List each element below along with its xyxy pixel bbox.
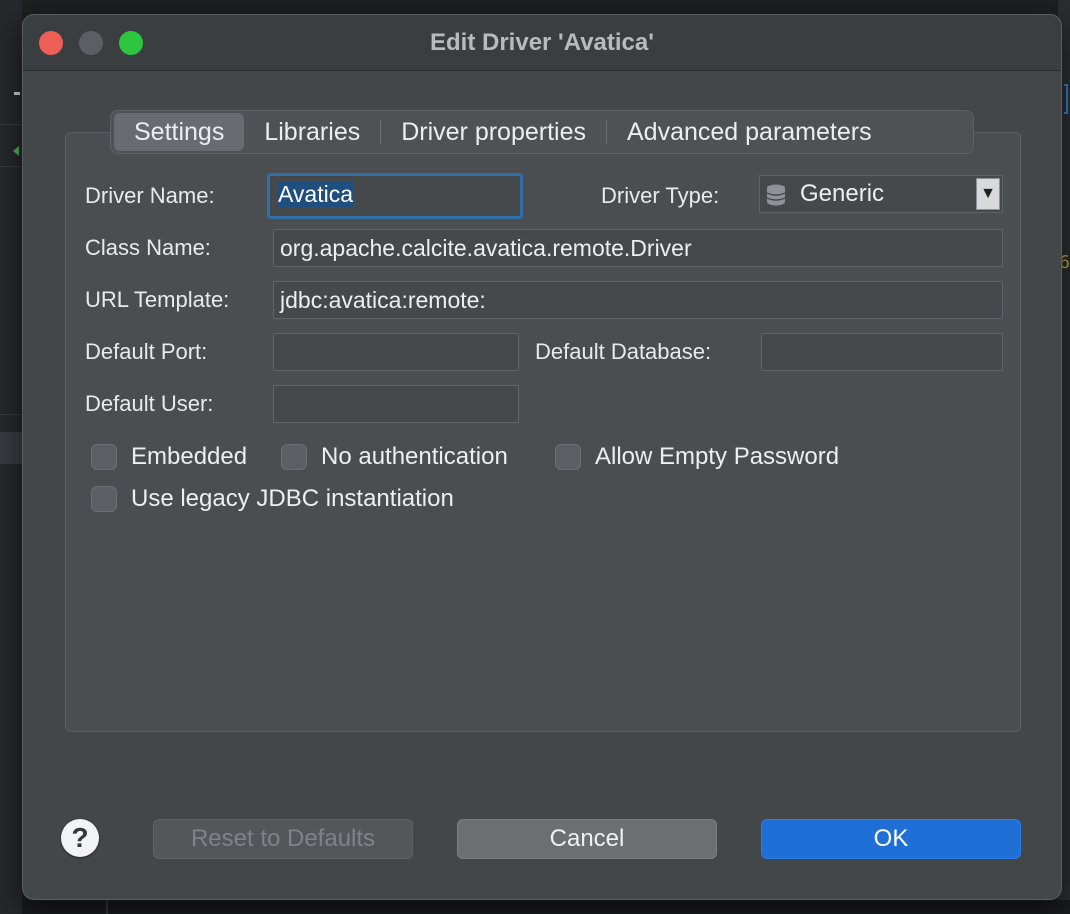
url-template-field[interactable]: jdbc:avatica:remote: bbox=[273, 281, 1003, 319]
background-divider bbox=[0, 124, 22, 125]
background-bottom-divider bbox=[106, 900, 108, 914]
background-run-marker-icon bbox=[13, 146, 19, 156]
dialog-title: Edit Driver 'Avatica' bbox=[430, 29, 654, 56]
checkbox-box[interactable] bbox=[91, 486, 117, 512]
background-bracket bbox=[1064, 84, 1068, 114]
help-icon[interactable]: ? bbox=[61, 819, 99, 857]
default-port-label: Default Port: bbox=[85, 339, 208, 364]
reset-to-defaults-button[interactable]: Reset to Defaults bbox=[153, 819, 413, 859]
class-name-label: Class Name: bbox=[85, 235, 211, 260]
checkbox-box[interactable] bbox=[555, 444, 581, 470]
background-bottom-strip bbox=[22, 900, 1070, 914]
background-selected-row bbox=[0, 432, 22, 464]
driver-name-value: Avatica bbox=[278, 181, 354, 207]
driver-type-select[interactable]: Generic ▼ bbox=[759, 175, 1003, 213]
driver-name-field[interactable]: Avatica bbox=[267, 173, 523, 219]
tab-driver-properties[interactable]: Driver properties bbox=[381, 113, 606, 151]
tab-libraries[interactable]: Libraries bbox=[244, 113, 380, 151]
default-user-label: Default User: bbox=[85, 391, 214, 416]
legacy-jdbc-label: Use legacy JDBC instantiation bbox=[131, 485, 454, 512]
title-bar[interactable]: Edit Driver 'Avatica' bbox=[23, 15, 1061, 71]
default-database-label: Default Database: bbox=[535, 339, 712, 364]
no-authentication-label: No authentication bbox=[321, 443, 508, 470]
database-icon bbox=[766, 184, 786, 206]
legacy-jdbc-checkbox[interactable]: Use legacy JDBC instantiation bbox=[91, 485, 454, 513]
settings-panel bbox=[65, 132, 1021, 732]
no-authentication-checkbox[interactable]: No authentication bbox=[281, 443, 508, 471]
embedded-checkbox[interactable]: Embedded bbox=[91, 443, 247, 471]
checkbox-box[interactable] bbox=[281, 444, 307, 470]
url-template-label: URL Template: bbox=[85, 287, 230, 312]
tab-advanced-parameters[interactable]: Advanced parameters bbox=[607, 113, 892, 151]
allow-empty-password-checkbox[interactable]: Allow Empty Password bbox=[555, 443, 839, 471]
background-divider bbox=[0, 414, 22, 415]
edit-driver-dialog: Edit Driver 'Avatica' Settings Libraries… bbox=[22, 14, 1062, 900]
checkbox-box[interactable] bbox=[91, 444, 117, 470]
background-marker bbox=[14, 92, 20, 95]
allow-empty-password-label: Allow Empty Password bbox=[595, 443, 840, 470]
default-user-field[interactable] bbox=[273, 385, 519, 423]
dropdown-arrow-icon[interactable]: ▼ bbox=[976, 178, 1000, 210]
driver-name-label: Driver Name: bbox=[85, 183, 215, 208]
default-database-field[interactable] bbox=[761, 333, 1003, 371]
default-port-field[interactable] bbox=[273, 333, 519, 371]
embedded-label: Embedded bbox=[131, 443, 248, 470]
tab-settings[interactable]: Settings bbox=[114, 113, 245, 151]
cancel-button[interactable]: Cancel bbox=[457, 819, 717, 859]
tab-bar: Settings Libraries Driver properties Adv… bbox=[110, 110, 974, 154]
background-left-strip bbox=[0, 0, 22, 914]
background-divider bbox=[0, 166, 22, 167]
driver-type-value: Generic bbox=[800, 180, 885, 207]
class-name-field[interactable]: org.apache.calcite.avatica.remote.Driver bbox=[273, 229, 1003, 267]
driver-type-label: Driver Type: bbox=[601, 183, 720, 208]
ok-button[interactable]: OK bbox=[761, 819, 1021, 859]
